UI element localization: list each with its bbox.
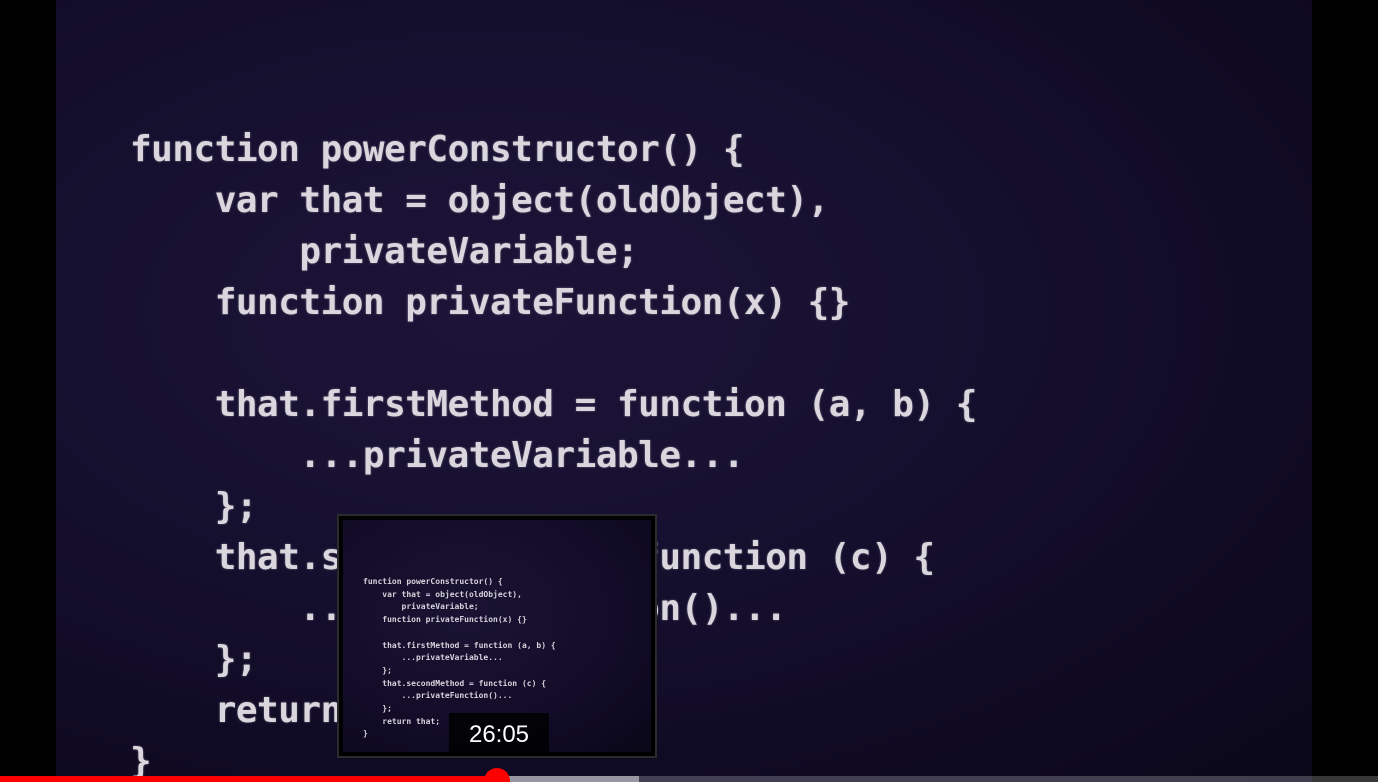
preview-code-line: ...privateFunction()...	[363, 691, 513, 701]
code-line: that.firstMethod = function (a, b) {	[130, 384, 978, 425]
code-line: privateVariable;	[130, 231, 639, 272]
preview-timestamp: 26:05	[449, 713, 549, 756]
preview-code-line: function powerConstructor() {	[363, 577, 503, 586]
code-line: var that = object(oldObject),	[130, 180, 830, 221]
preview-code-line: that.firstMethod = function (a, b) {	[363, 640, 556, 650]
code-line: ...privateVariable...	[130, 435, 745, 476]
code-line: function privateFunction(x) {}	[130, 282, 851, 323]
progress-played	[0, 776, 498, 782]
preview-code-line: privateVariable;	[363, 602, 479, 612]
preview-code-line: ...privateVariable...	[363, 653, 503, 663]
preview-code-line: var that = object(oldObject),	[363, 589, 522, 599]
preview-code-line: that.secondMethod = function (c) {	[363, 678, 547, 688]
video-player[interactable]: function powerConstructor() { var that =…	[0, 0, 1378, 782]
progress-bar[interactable]	[0, 768, 1378, 782]
preview-code-line	[363, 627, 556, 640]
preview-code-line: };	[363, 665, 392, 675]
preview-code-line: function privateFunction(x) {}	[363, 615, 527, 625]
scrub-preview-thumbnail: function powerConstructor() { var that =…	[337, 514, 657, 758]
code-line: function powerConstructor() {	[130, 129, 745, 170]
